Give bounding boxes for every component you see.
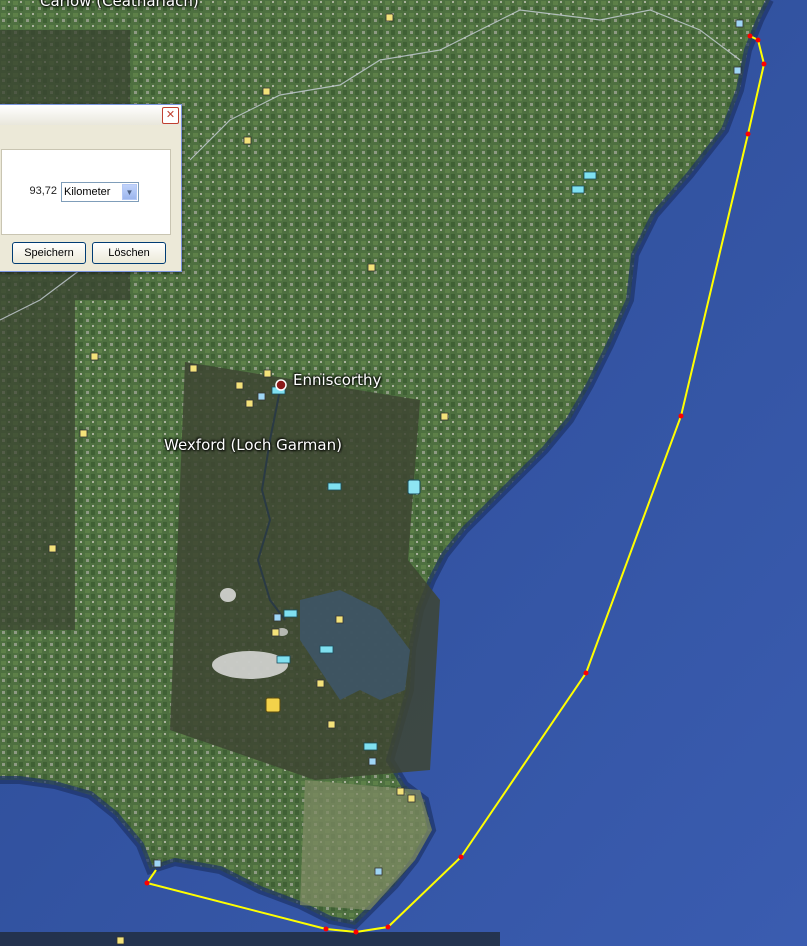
status-strip — [0, 932, 500, 946]
distance-value: 93,72 — [29, 185, 57, 197]
ruler-dialog: ✕ 93,72 Kilometer ▼ Speichern Löschen — [0, 104, 182, 272]
delete-button[interactable]: Löschen — [92, 242, 166, 264]
label-carlow: Carlow (Ceatharlach) — [40, 0, 199, 10]
museum-icon — [265, 697, 281, 713]
dark-imagery-tile-west-lower — [0, 300, 75, 630]
fuel-station-icon — [407, 479, 421, 495]
unit-select[interactable]: Kilometer ▼ — [61, 182, 139, 202]
label-enniscorthy: Enniscorthy — [293, 371, 382, 389]
unit-select-value: Kilometer — [64, 186, 111, 198]
close-button[interactable]: ✕ — [162, 107, 179, 124]
dialog-titlebar — [0, 105, 181, 125]
cloud — [212, 651, 288, 679]
dark-imagery-tile — [170, 362, 440, 780]
save-button[interactable]: Speichern — [12, 242, 86, 264]
label-wexford: Wexford (Loch Garman) — [164, 436, 342, 454]
chevron-down-icon[interactable]: ▼ — [122, 184, 137, 200]
town-dot-icon — [275, 379, 287, 391]
cloud — [220, 588, 236, 602]
